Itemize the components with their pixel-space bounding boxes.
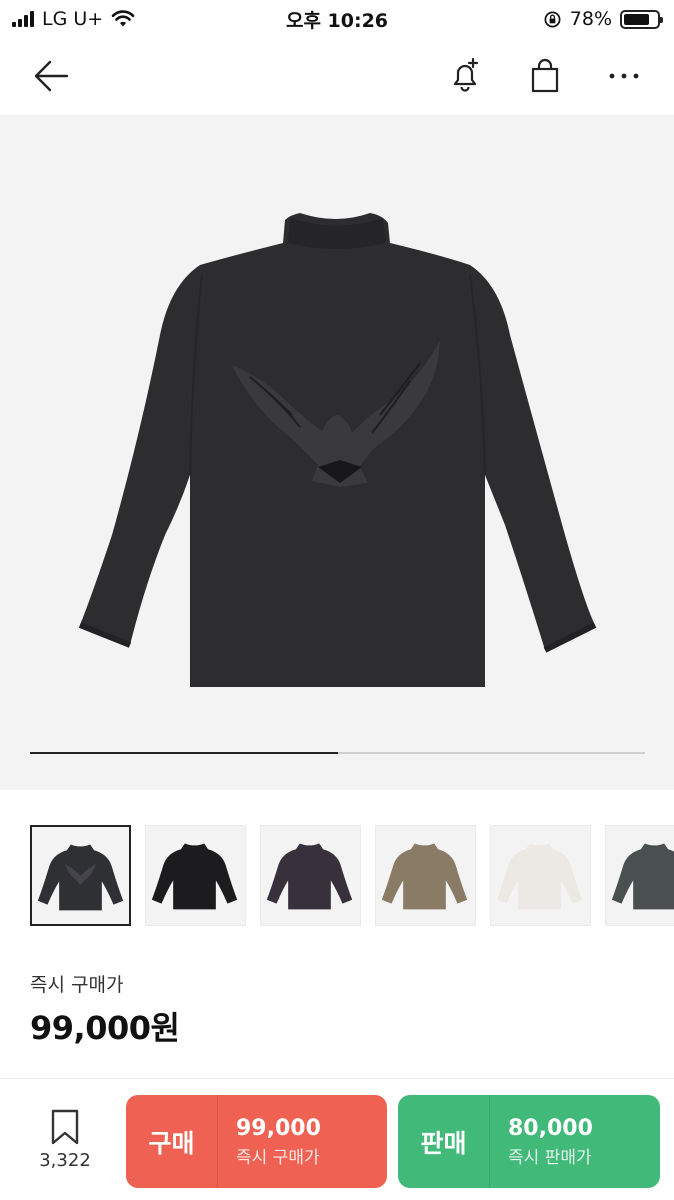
signal-icon bbox=[12, 11, 34, 27]
status-right: 78% bbox=[543, 8, 663, 30]
shopping-bag-icon bbox=[531, 58, 559, 93]
buy-price-caption: 즉시 구매가 bbox=[236, 1147, 320, 1168]
thumbnail-1[interactable] bbox=[30, 825, 131, 926]
status-left: LG U+ bbox=[12, 8, 135, 30]
status-bar: LG U+ 오후 10:26 78% bbox=[0, 0, 674, 38]
more-button[interactable] bbox=[600, 52, 648, 100]
buy-button-label: 구매 bbox=[126, 1095, 218, 1188]
instant-buy-label: 즉시 구매가 bbox=[30, 974, 124, 996]
wishlist-count: 3,322 bbox=[39, 1150, 91, 1171]
battery-icon bbox=[620, 9, 663, 29]
carrier-label: LG U+ bbox=[42, 8, 104, 30]
gallery-progress-fill bbox=[30, 752, 338, 754]
product-image bbox=[78, 213, 597, 687]
thumbnail-5[interactable] bbox=[490, 825, 591, 926]
bookmark-icon bbox=[51, 1109, 79, 1145]
bell-plus-icon bbox=[453, 57, 479, 92]
gallery-progress-bar bbox=[30, 752, 645, 754]
back-button[interactable] bbox=[26, 52, 74, 100]
wishlist-button[interactable]: 3,322 bbox=[26, 1108, 104, 1178]
shopping-bag-button[interactable] bbox=[521, 52, 569, 100]
sell-price-caption: 즉시 판매가 bbox=[508, 1147, 592, 1168]
more-dots-icon bbox=[609, 73, 639, 79]
thumbnail-shirt-image bbox=[151, 843, 238, 910]
wifi-icon bbox=[111, 10, 135, 27]
buy-button-info: 99,000 즉시 구매가 bbox=[218, 1116, 321, 1168]
product-image-gallery[interactable] bbox=[0, 115, 674, 790]
buy-button[interactable]: 구매 99,000 즉시 구매가 bbox=[126, 1095, 387, 1188]
thumbnail-shirt-image bbox=[266, 843, 353, 910]
thumbnail-shirt-image bbox=[37, 844, 124, 911]
battery-percent: 78% bbox=[569, 8, 612, 30]
thumbnail-3[interactable] bbox=[260, 825, 361, 926]
arrow-left-icon bbox=[34, 60, 69, 92]
sell-button[interactable]: 판매 80,000 즉시 판매가 bbox=[398, 1095, 660, 1188]
sell-button-label: 판매 bbox=[398, 1095, 490, 1188]
thumbnail-strip[interactable] bbox=[0, 825, 674, 927]
sell-price: 80,000 bbox=[508, 1115, 593, 1141]
divider bbox=[0, 1078, 674, 1079]
orientation-lock-icon bbox=[544, 11, 561, 27]
instant-buy-price: 99,000원 bbox=[30, 1009, 180, 1047]
thumbnail-shirt-image bbox=[381, 843, 468, 910]
thumbnail-2[interactable] bbox=[145, 825, 246, 926]
battery-fill bbox=[624, 13, 649, 25]
sell-button-info: 80,000 즉시 판매가 bbox=[490, 1116, 593, 1168]
thumbnail-6[interactable] bbox=[605, 825, 674, 926]
thumbnail-shirt-image bbox=[611, 843, 674, 910]
nav-bar bbox=[0, 40, 674, 112]
buy-price: 99,000 bbox=[236, 1115, 321, 1141]
thumbnail-4[interactable] bbox=[375, 825, 476, 926]
thumbnail-shirt-image bbox=[496, 843, 583, 910]
price-alert-button[interactable] bbox=[441, 52, 489, 100]
